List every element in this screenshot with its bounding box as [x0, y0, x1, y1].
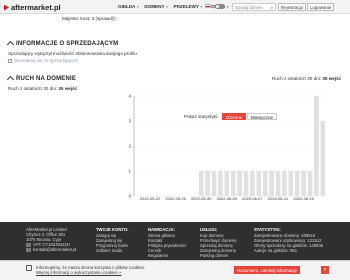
x-tick-label: 2022-05-22 [140, 196, 161, 201]
chart-bar[interactable] [269, 171, 274, 196]
footer-company: AfterMarket.pl Limited Chytrus 3, Office… [26, 227, 76, 252]
login-button[interactable]: Logowanie [307, 3, 335, 11]
footer-statistics: STATYSTYKI: Zarejestrowane domeny: 40961… [254, 227, 323, 253]
footer-navigation: NAWIGACJA: Strona główna Kontakt Polityk… [148, 227, 186, 258]
footer-services: USŁUGI: Kup domenę Przechwyć domenę Sprz… [200, 227, 237, 258]
cookie-accept-button[interactable]: Rozumiem, zamknij informację [234, 266, 300, 274]
search-placeholder: Szukaj domen [235, 5, 263, 10]
y-tick-label: 1 [129, 169, 132, 174]
chart-bar[interactable] [230, 171, 236, 196]
chevron-up-icon [6, 75, 15, 84]
section-title: RUCH NA DOMENIE [16, 75, 77, 82]
top-bar: aftermarket.pl GIEŁDA▼ DOMENY▼ PRZELEWY▼… [0, 0, 350, 14]
search-input[interactable]: Szukaj domen ⌕ [232, 3, 276, 11]
x-tick-label: 2022-06-03 [217, 196, 238, 201]
chart-bar[interactable] [211, 171, 217, 196]
site-logo[interactable]: aftermarket.pl [4, 3, 61, 12]
cookie-icon [26, 265, 32, 271]
email-address: kontakt@aftermarket.pl [33, 247, 77, 252]
logo-text: aftermarket.pl [11, 3, 61, 12]
contact-seller-label: Skontaktuj się ze sprzedającym [14, 58, 79, 63]
chart-bar[interactable] [218, 171, 223, 196]
traffic-value: 35 wejść [58, 86, 78, 91]
nav-item-gielda[interactable]: GIEŁDA▼ [118, 4, 139, 9]
traffic-value: 35 wejść [322, 76, 342, 81]
search-icon[interactable]: ⌕ [271, 5, 273, 10]
majestic-trust-text: Majestic trust: 3 (sprawdź) [62, 16, 116, 21]
traffic-section-header[interactable]: RUCH NA DOMENIE [6, 75, 77, 84]
section-title: INFORMACJE O SPRZEDAJĄCYM [16, 40, 119, 47]
x-tick-label: 2022-06-11 [268, 196, 289, 201]
report-flag-icon [8, 58, 12, 63]
footer-heading: STATYSTYKI: [254, 227, 281, 232]
x-tick-label: 2022-05-26 [165, 196, 186, 201]
footer-heading: USŁUGI: [200, 227, 218, 232]
chevron-down-icon: ▼ [200, 5, 204, 9]
y-tick-label: 2 [129, 144, 132, 149]
theme-toggle[interactable] [215, 4, 225, 9]
nav-label: DOMENY [144, 4, 165, 9]
chart-bar[interactable] [275, 171, 281, 196]
logo-arrow-icon [4, 4, 9, 11]
chart-bar[interactable] [307, 171, 313, 196]
traffic-summary-right: Ruch z ostatnich 30 dni: 35 wejść [272, 76, 341, 81]
seller-description: Sprzedający wyłączył możliwość obserwowa… [8, 51, 138, 56]
y-tick-label: 3 [129, 119, 132, 124]
language-flag-icon[interactable] [205, 4, 211, 8]
chart-bar[interactable] [243, 171, 249, 196]
footer-link[interactable]: Parking domen [200, 253, 237, 258]
chart-bar[interactable] [198, 171, 204, 196]
cookie-text: Informujemy, że nasza strona korzysta z … [36, 265, 145, 275]
chart-bar[interactable] [205, 171, 210, 196]
footer-heading: NAWIGACJA: [148, 227, 175, 232]
seller-section-header[interactable]: INFORMACJE O SPRZEDAJĄCYM [6, 40, 119, 49]
chart-bar[interactable] [282, 171, 287, 196]
chart-bar[interactable] [262, 171, 268, 196]
footer-account: TWOJE KONTO: Zaloguj się Zarejestruj się… [96, 227, 129, 253]
company-email[interactable]: kontakt@aftermarket.pl [26, 247, 76, 252]
chart-bar[interactable] [256, 171, 262, 196]
chart-bar[interactable] [250, 171, 255, 196]
register-button[interactable]: Rejestracja [278, 3, 306, 11]
footer-heading: TWOJE KONTO: [96, 227, 129, 232]
y-tick-label: 0 [129, 194, 132, 199]
x-tick-label: 2022-06-07 [242, 196, 263, 201]
cookie-close-button[interactable]: × [321, 266, 329, 274]
traffic-prefix: Ruch z ostatnich 30 dni: [8, 86, 59, 91]
chart-bar[interactable] [301, 171, 306, 196]
x-tick-label: 2022-06-15 [293, 196, 314, 201]
main-nav: GIEŁDA▼ DOMENY▼ PRZELEWY▼ POMOC▼ [118, 4, 229, 9]
mail-icon [26, 247, 31, 252]
nav-item-przelewy[interactable]: PRZELEWY▼ [174, 4, 204, 9]
cookie-banner: Informujemy, że nasza strona korzysta z … [0, 260, 350, 280]
y-tick-label: 4 [129, 94, 132, 99]
nav-label: PRZELEWY [173, 4, 200, 9]
chart-bar[interactable] [224, 171, 230, 196]
chart-bar[interactable] [314, 96, 319, 196]
contact-seller-link[interactable]: Skontaktuj się ze sprzedającym [8, 58, 78, 63]
chevron-down-icon: ▼ [136, 5, 140, 9]
cookie-more-link[interactable]: Więcej informacji o wykorzystaniu cookie… [36, 270, 145, 275]
x-tick-label: 2022-05-30 [191, 196, 212, 201]
chart-bar[interactable] [320, 121, 326, 196]
toggle-knob [216, 5, 219, 8]
traffic-prefix: Ruch z ostatnich 30 dni: [272, 76, 323, 81]
chart-bar[interactable] [237, 171, 242, 196]
nav-label: GIEŁDA [118, 4, 136, 9]
traffic-chart: 0 1 2 3 4 2022-05-22 2022-05-26 2022-05-30 2022-… [129, 94, 326, 201]
traffic-summary-left: Ruch z ostatnich 30 dni: 35 wejść [8, 86, 77, 91]
footer-link[interactable]: Odbierz maila [96, 248, 129, 253]
chart-bar[interactable] [288, 171, 294, 196]
chevron-down-icon: ▼ [165, 5, 169, 9]
footer-link[interactable]: Regulamin [148, 253, 186, 258]
nav-item-domeny[interactable]: DOMENY▼ [144, 4, 168, 9]
stat-line: Aukcje na giełdzie: 961 [254, 248, 298, 253]
chevron-up-icon [6, 40, 15, 49]
chevron-down-icon: ▼ [226, 5, 230, 9]
chart-bar[interactable] [294, 171, 300, 196]
